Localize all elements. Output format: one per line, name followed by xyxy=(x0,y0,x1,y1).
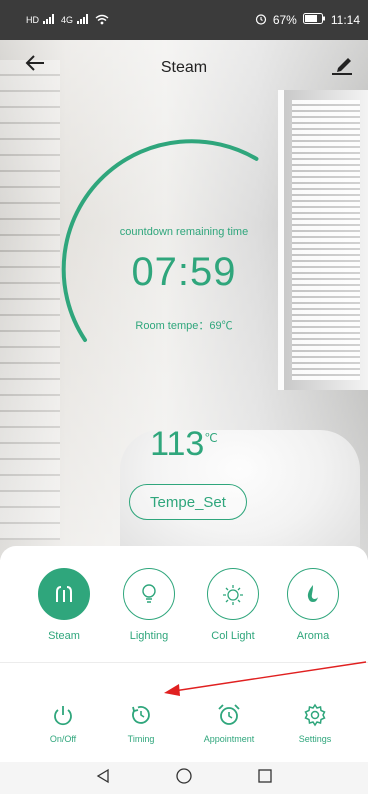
tempe-set-button[interactable]: Tempe_Set xyxy=(129,484,247,520)
mode-steam[interactable]: Steam xyxy=(34,568,94,642)
gear-icon[interactable] xyxy=(280,700,350,730)
progress-arc-fill xyxy=(61,139,322,344)
app-header: Steam xyxy=(0,48,368,88)
signal-icon-2 xyxy=(77,14,91,26)
status-right: 67% 11:14 xyxy=(255,13,360,28)
power-icon[interactable] xyxy=(28,700,98,730)
back-arrow-icon[interactable] xyxy=(24,52,46,80)
battery-percent: 67% xyxy=(272,13,297,27)
mode-col-light[interactable]: Col Light xyxy=(203,568,263,642)
alarm-status-icon xyxy=(255,13,267,28)
system-nav-bar xyxy=(0,762,368,794)
network-type: HD xyxy=(26,15,39,25)
nav-recents-icon[interactable] xyxy=(257,768,273,789)
network-4g: 4G xyxy=(61,15,74,25)
wifi-icon xyxy=(95,14,109,27)
appointment-button[interactable]: Appointment xyxy=(194,700,264,744)
mode-label: Lighting xyxy=(129,630,169,642)
mode-label: Col Light xyxy=(211,630,255,642)
alarm-clock-icon[interactable] xyxy=(194,700,264,730)
background-tiles xyxy=(0,60,60,540)
timing-button[interactable]: Timing xyxy=(106,700,176,744)
status-bar: HD 4G 67% 11:14 xyxy=(0,0,368,40)
mode-lighting[interactable]: Lighting xyxy=(119,568,179,642)
func-label: On/Off xyxy=(49,734,77,744)
signal-icon xyxy=(43,14,57,26)
countdown-label: countdown remaining time xyxy=(119,226,249,238)
nav-home-icon[interactable] xyxy=(175,767,193,790)
clock-time: 11:14 xyxy=(330,13,360,27)
func-label: Timing xyxy=(127,734,155,744)
edit-icon[interactable] xyxy=(330,54,354,81)
onoff-button[interactable]: On/Off xyxy=(28,700,98,744)
func-label: Settings xyxy=(298,734,332,744)
set-temperature: 113℃ xyxy=(0,425,368,464)
sun-icon[interactable] xyxy=(207,568,259,620)
room-temperature: Room tempe：69℃ xyxy=(135,320,233,332)
func-label: Appointment xyxy=(203,734,255,744)
temperature-unit: ℃ xyxy=(204,431,218,445)
mode-label: Steam xyxy=(48,630,80,642)
steam-icon[interactable] xyxy=(38,568,90,620)
status-left: HD 4G xyxy=(26,14,109,27)
countdown-value: 07:59 xyxy=(131,250,237,294)
settings-button[interactable]: Settings xyxy=(280,700,350,744)
battery-icon xyxy=(302,13,325,27)
temperature-value: 113 xyxy=(150,425,205,463)
annotation-arrow xyxy=(164,661,367,696)
timer-icon[interactable] xyxy=(106,700,176,730)
mode-label: Aroma xyxy=(296,630,330,642)
nav-back-icon[interactable] xyxy=(95,768,111,789)
page-title: Steam xyxy=(160,59,208,76)
mode-aroma[interactable]: Aroma xyxy=(283,568,343,642)
flame-icon[interactable] xyxy=(287,568,339,620)
bulb-icon[interactable] xyxy=(123,568,175,620)
